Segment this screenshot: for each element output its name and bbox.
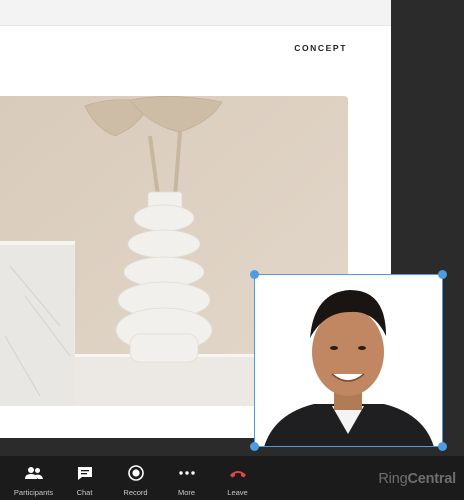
shared-screen-topbar	[0, 0, 391, 26]
leave-phone-icon	[228, 464, 248, 482]
participants-label: Participants	[13, 488, 54, 497]
brand-central: Central	[407, 471, 456, 487]
leave-label: Leave	[227, 488, 248, 497]
participant-video-tile[interactable]	[254, 274, 443, 447]
brand-ring: Ring	[378, 471, 408, 487]
record-button[interactable]: Record	[110, 456, 161, 497]
more-button[interactable]: More	[161, 456, 212, 497]
chat-label: Chat	[76, 488, 93, 497]
leave-button[interactable]: Leave	[212, 456, 263, 497]
meeting-stage: CONCEPT	[0, 0, 464, 456]
record-icon	[126, 464, 146, 482]
concept-label: CONCEPT	[294, 43, 347, 53]
participants-button[interactable]: Participants	[8, 456, 59, 497]
chat-icon	[75, 464, 95, 482]
participants-icon	[24, 464, 44, 482]
more-icon	[177, 464, 197, 482]
more-label: More	[177, 488, 196, 497]
chat-button[interactable]: Chat	[59, 456, 110, 497]
ringcentral-logo: RingCentral	[378, 471, 456, 487]
record-label: Record	[123, 488, 148, 497]
participant-video	[254, 274, 443, 447]
